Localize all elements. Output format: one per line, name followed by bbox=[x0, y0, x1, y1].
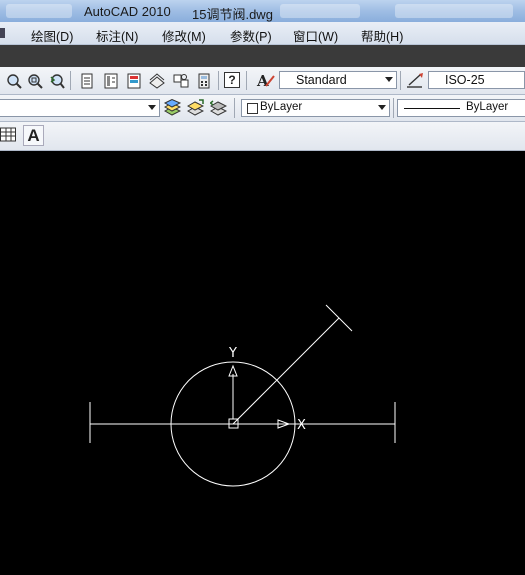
dim-style-icon[interactable] bbox=[405, 71, 425, 90]
text-style-dropdown[interactable]: Standard bbox=[279, 71, 397, 89]
app-title: AutoCAD 2010 bbox=[84, 4, 171, 19]
multiline-text-button[interactable]: A bbox=[23, 125, 44, 146]
sheet-set-icon[interactable] bbox=[148, 72, 165, 89]
toolbar-separator bbox=[234, 98, 235, 118]
calculator-icon[interactable] bbox=[195, 72, 212, 89]
layers-toolbar: ByLayer ByLayer bbox=[0, 95, 525, 122]
text-style-icon[interactable]: A bbox=[255, 71, 275, 90]
linetype-dropdown[interactable]: ByLayer bbox=[397, 99, 525, 117]
drawing-canvas[interactable]: Y X bbox=[0, 152, 525, 572]
zoom-window-icon[interactable] bbox=[26, 72, 43, 89]
toolbar-separator bbox=[246, 71, 247, 90]
file-title: 15调节阀.dwg bbox=[192, 7, 273, 22]
help-button[interactable]: ? bbox=[224, 72, 240, 88]
toolbar-separator bbox=[218, 71, 219, 90]
menu-modify[interactable]: 修改(M) bbox=[162, 26, 206, 45]
chevron-down-icon bbox=[148, 105, 156, 110]
zoom-realtime-icon[interactable] bbox=[5, 72, 22, 89]
draw-toolbar: A bbox=[0, 122, 525, 151]
layer-previous-icon[interactable] bbox=[210, 99, 227, 116]
dim-style-value: ISO-25 bbox=[445, 73, 485, 87]
menu-draw[interactable]: 绘图(D) bbox=[31, 26, 73, 45]
toolbar-separator bbox=[70, 71, 71, 90]
menu-window[interactable]: 窗口(W) bbox=[293, 26, 338, 45]
menu-edge bbox=[0, 28, 5, 38]
ucs-x-label: X bbox=[297, 418, 306, 433]
properties-icon[interactable] bbox=[78, 72, 95, 89]
dim-style-dropdown[interactable]: ISO-25 bbox=[428, 71, 525, 89]
tool-palettes-icon[interactable] bbox=[125, 72, 142, 89]
linetype-preview bbox=[404, 108, 460, 109]
table-icon[interactable] bbox=[0, 126, 17, 143]
text-style-value: Standard bbox=[296, 73, 347, 87]
color-value: ByLayer bbox=[260, 101, 303, 113]
menu-bar: 绘图(D) 标注(N) 修改(M) 参数(P) 窗口(W) 帮助(H) bbox=[0, 22, 525, 45]
diagonal-stem[interactable] bbox=[232, 317, 340, 425]
ucs-icon bbox=[228, 364, 291, 429]
background-tab[interactable] bbox=[6, 4, 72, 18]
background-tab[interactable] bbox=[395, 4, 513, 18]
standard-toolbar: ? A Standard ISO-25 bbox=[0, 67, 525, 95]
chevron-down-icon bbox=[378, 105, 386, 110]
chevron-down-icon bbox=[385, 77, 393, 82]
color-dropdown[interactable]: ByLayer bbox=[241, 99, 390, 117]
linetype-value: ByLayer bbox=[466, 101, 509, 113]
make-current-icon[interactable] bbox=[187, 99, 204, 116]
ucs-y-label: Y bbox=[228, 346, 237, 361]
drawing-geometry[interactable]: Y X bbox=[0, 152, 525, 572]
svg-text:A: A bbox=[256, 72, 269, 90]
toolbar-separator bbox=[393, 98, 394, 118]
design-center-icon[interactable] bbox=[102, 72, 119, 89]
zoom-previous-icon[interactable] bbox=[48, 72, 65, 89]
layer-properties-icon[interactable] bbox=[164, 99, 181, 116]
ribbon-strip bbox=[0, 45, 525, 67]
menu-help[interactable]: 帮助(H) bbox=[361, 26, 403, 45]
toolbar-separator bbox=[400, 71, 401, 90]
background-tab[interactable] bbox=[280, 4, 360, 18]
menu-parametric[interactable]: 参数(P) bbox=[230, 26, 272, 45]
markup-set-icon[interactable] bbox=[172, 72, 189, 89]
layer-dropdown[interactable] bbox=[0, 99, 160, 117]
color-swatch bbox=[247, 103, 258, 114]
menu-dimension[interactable]: 标注(N) bbox=[96, 26, 138, 45]
title-bar: AutoCAD 2010 15调节阀.dwg bbox=[0, 0, 525, 22]
